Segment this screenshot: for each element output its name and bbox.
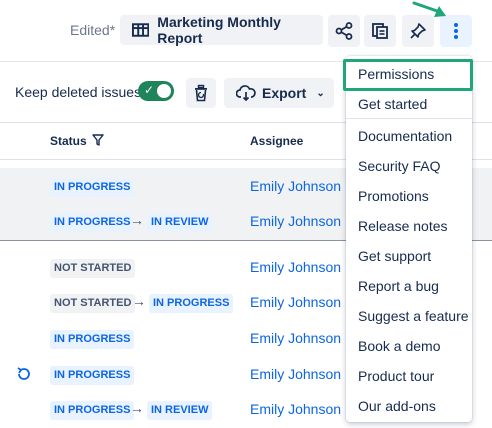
share-icon bbox=[335, 22, 353, 40]
menu-item-product-tour[interactable]: Product tour bbox=[358, 368, 434, 384]
menu-item-our-add-ons[interactable]: Our add-ons bbox=[358, 398, 436, 414]
copy-button[interactable] bbox=[364, 15, 396, 47]
keep-deleted-toggle[interactable]: ✓ bbox=[138, 81, 174, 101]
status-lozenge: NOT STARTED bbox=[50, 259, 136, 278]
status-lozenge: IN PROGRESS bbox=[50, 366, 135, 385]
export-button[interactable]: Export ⌄ bbox=[224, 78, 334, 108]
status-lozenge: IN REVIEW bbox=[147, 213, 213, 232]
assignee-link[interactable]: Emily Johnson bbox=[250, 294, 341, 310]
status-lozenge: IN PROGRESS bbox=[50, 213, 135, 232]
menu-item-promotions[interactable]: Promotions bbox=[358, 188, 429, 204]
menu-item-documentation[interactable]: Documentation bbox=[358, 128, 452, 144]
keep-deleted-label: Keep deleted issues bbox=[15, 84, 142, 100]
export-label: Export bbox=[262, 85, 307, 101]
more-vertical-icon bbox=[454, 23, 458, 39]
status-lozenge: NOT STARTED bbox=[50, 294, 136, 313]
menu-item-get-started[interactable]: Get started bbox=[358, 96, 427, 112]
arrow-right-icon: → bbox=[130, 400, 144, 416]
annotation-arrow-icon bbox=[412, 1, 446, 17]
arrow-right-icon: → bbox=[132, 293, 146, 309]
column-header-assignee[interactable]: Assignee bbox=[250, 134, 303, 148]
column-header-status[interactable]: Status bbox=[50, 134, 87, 148]
assignee-link[interactable]: Emily Johnson bbox=[250, 401, 341, 417]
status-lozenge: IN PROGRESS bbox=[50, 178, 135, 197]
status-lozenge: IN PROGRESS bbox=[50, 330, 135, 349]
delete-button[interactable] bbox=[186, 78, 216, 108]
menu-item-report-bug[interactable]: Report a bug bbox=[358, 278, 439, 294]
check-icon: ✓ bbox=[144, 83, 155, 97]
assignee-link[interactable]: Emily Johnson bbox=[250, 330, 341, 346]
pin-icon bbox=[410, 23, 426, 39]
menu-item-suggest-feature[interactable]: Suggest a feature bbox=[358, 308, 469, 324]
assignee-link[interactable]: Emily Johnson bbox=[250, 213, 341, 229]
assignee-link[interactable]: Emily Johnson bbox=[250, 259, 341, 275]
report-title-button[interactable]: Marketing Monthly Report bbox=[120, 14, 323, 46]
table-icon bbox=[132, 23, 150, 37]
copy-icon bbox=[372, 23, 388, 39]
annotation-highlight bbox=[343, 59, 473, 91]
arrow-right-icon: → bbox=[130, 212, 144, 228]
status-lozenge: IN PROGRESS bbox=[149, 294, 234, 313]
status-lozenge: IN REVIEW bbox=[147, 401, 213, 420]
chevron-down-icon: ⌄ bbox=[316, 87, 325, 99]
status-lozenge: IN PROGRESS bbox=[50, 401, 135, 420]
menu-item-security-faq[interactable]: Security FAQ bbox=[358, 158, 440, 174]
assignee-link[interactable]: Emily Johnson bbox=[250, 366, 341, 382]
menu-item-release-notes[interactable]: Release notes bbox=[358, 218, 448, 234]
filter-icon[interactable] bbox=[92, 134, 104, 146]
toggle-knob bbox=[157, 84, 171, 98]
edited-indicator: Edited* bbox=[70, 22, 116, 38]
cloud-download-icon bbox=[236, 85, 256, 101]
assignee-link[interactable]: Emily Johnson bbox=[250, 178, 341, 194]
menu-divider bbox=[346, 118, 472, 119]
menu-item-book-demo[interactable]: Book a demo bbox=[358, 338, 441, 354]
report-title: Marketing Monthly Report bbox=[157, 14, 281, 46]
share-button[interactable] bbox=[328, 15, 360, 47]
refresh-icon[interactable] bbox=[16, 366, 32, 382]
trash-icon bbox=[195, 84, 207, 102]
more-actions-menu: Permissions Get started Documentation Se… bbox=[346, 56, 472, 422]
menu-item-get-support[interactable]: Get support bbox=[358, 248, 431, 264]
